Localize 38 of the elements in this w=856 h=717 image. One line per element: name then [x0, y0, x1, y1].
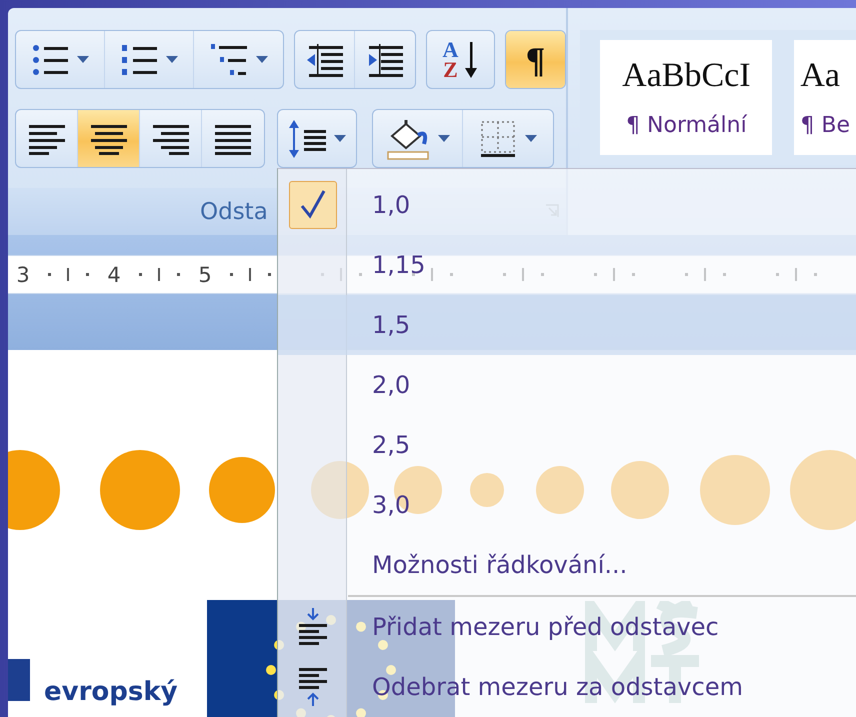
caret-icon	[77, 56, 89, 63]
style-name: ¶ Be	[800, 113, 850, 138]
show-marks-button[interactable]: ¶	[506, 31, 565, 88]
ruler-number: 4	[106, 262, 122, 286]
down-arrow-icon	[464, 40, 478, 80]
group-label: Odsta	[200, 198, 268, 224]
multilevel-list-icon	[210, 42, 250, 78]
align-left-icon	[26, 122, 66, 154]
style-card[interactable]: Aa ¶ Be	[794, 40, 856, 155]
line-spacing-icon	[288, 118, 328, 160]
style-name: ¶ Normální	[626, 113, 747, 138]
align-center-button[interactable]	[78, 110, 140, 167]
menu-item[interactable]: 1,15	[278, 235, 856, 295]
style-sample: AaBbCcI	[622, 57, 751, 95]
menu-item[interactable]: 1,5	[278, 295, 856, 355]
paint-bucket-icon	[386, 118, 432, 160]
style-sample: Aa	[800, 57, 840, 95]
caret-icon	[438, 135, 450, 142]
caret-icon	[256, 56, 268, 63]
align-right-icon	[150, 122, 190, 154]
ruler-number: 3	[15, 262, 31, 286]
logo-mark	[8, 659, 30, 701]
caret-icon	[334, 135, 346, 142]
menu-item[interactable]: 2,0	[278, 355, 856, 415]
menu-item[interactable]: 3,0	[278, 475, 856, 535]
caret-icon	[166, 56, 178, 63]
decrease-indent-icon	[304, 42, 344, 78]
sort-button[interactable]: A Z	[427, 31, 494, 88]
ruler-number: 5	[197, 262, 213, 286]
menu-item[interactable]: Přidat mezeru před odstavec	[348, 595, 856, 657]
menu-item[interactable]: 2,5	[278, 415, 856, 475]
menu-item[interactable]: 1,0	[278, 175, 856, 235]
align-center-icon	[88, 122, 128, 154]
style-card[interactable]: AaBbCcI ¶ Normální	[600, 40, 772, 155]
justify-icon	[213, 122, 253, 154]
logo-text: evropský	[44, 677, 178, 707]
menu-item[interactable]: Možnosti řádkování...	[278, 535, 856, 595]
caret-icon	[525, 135, 537, 142]
